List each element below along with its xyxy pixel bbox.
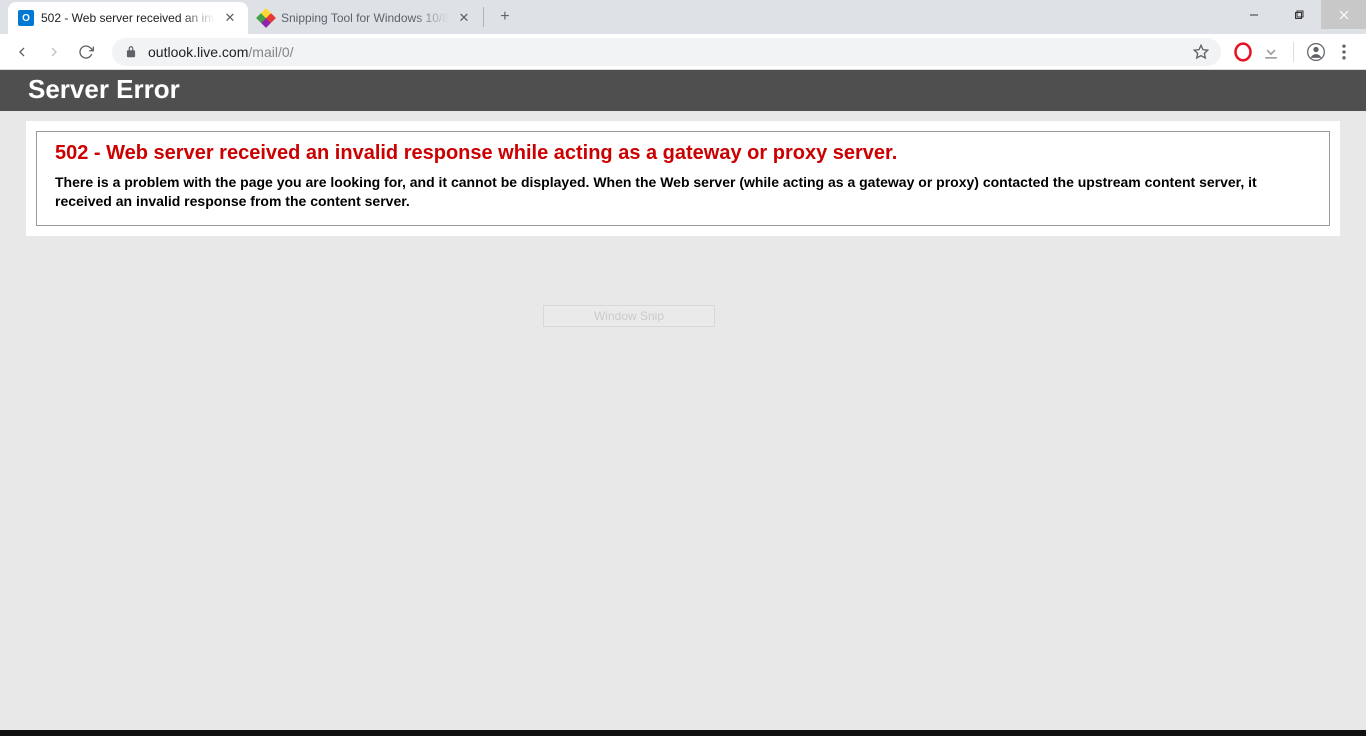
tab-title: 502 - Web server received an invalid res… <box>41 11 215 25</box>
lock-icon <box>124 45 138 59</box>
opera-extension-icon[interactable] <box>1233 42 1253 62</box>
url-path: /mail/0/ <box>248 44 293 60</box>
toolbar-divider <box>1293 42 1294 62</box>
outlook-favicon-icon: O <box>18 10 34 26</box>
taskbar-sliver <box>0 730 1366 736</box>
back-button[interactable] <box>8 38 36 66</box>
close-tab-icon[interactable]: ✕ <box>222 10 238 26</box>
reload-button[interactable] <box>72 38 100 66</box>
page-content: Server Error 502 - Web server received a… <box>0 70 1366 730</box>
toolbar-right <box>1233 42 1358 62</box>
address-bar[interactable]: outlook.live.com/mail/0/ <box>112 38 1221 66</box>
tab-inactive[interactable]: Snipping Tool for Windows 10/8 ✕ <box>248 2 482 34</box>
url-text: outlook.live.com/mail/0/ <box>148 44 1183 60</box>
error-header: Server Error <box>0 70 1366 111</box>
download-icon[interactable] <box>1261 42 1281 62</box>
new-tab-button[interactable]: + <box>491 3 519 31</box>
error-title: 502 - Web server received an invalid res… <box>55 142 1311 165</box>
toolbar: outlook.live.com/mail/0/ <box>0 34 1366 70</box>
error-description: There is a problem with the page you are… <box>55 173 1311 211</box>
tab-separator <box>483 7 484 27</box>
bookmark-star-icon[interactable] <box>1193 44 1209 60</box>
error-box: 502 - Web server received an invalid res… <box>36 131 1330 226</box>
tab-active[interactable]: O 502 - Web server received an invalid r… <box>8 2 248 34</box>
forward-button[interactable] <box>40 38 68 66</box>
error-box-wrapper: 502 - Web server received an invalid res… <box>26 121 1340 236</box>
profile-icon[interactable] <box>1306 42 1326 62</box>
snip-favicon-icon <box>258 10 274 26</box>
browser-chrome: O 502 - Web server received an invalid r… <box>0 0 1366 70</box>
minimize-button[interactable] <box>1231 0 1276 29</box>
menu-icon[interactable] <box>1334 42 1354 62</box>
close-tab-icon[interactable]: ✕ <box>456 10 472 26</box>
tab-title: Snipping Tool for Windows 10/8 <box>281 11 449 25</box>
tab-strip: O 502 - Web server received an invalid r… <box>0 0 1366 34</box>
maximize-button[interactable] <box>1276 0 1321 29</box>
window-controls <box>1231 0 1366 29</box>
url-domain: outlook.live.com <box>148 44 248 60</box>
close-window-button[interactable] <box>1321 0 1366 29</box>
